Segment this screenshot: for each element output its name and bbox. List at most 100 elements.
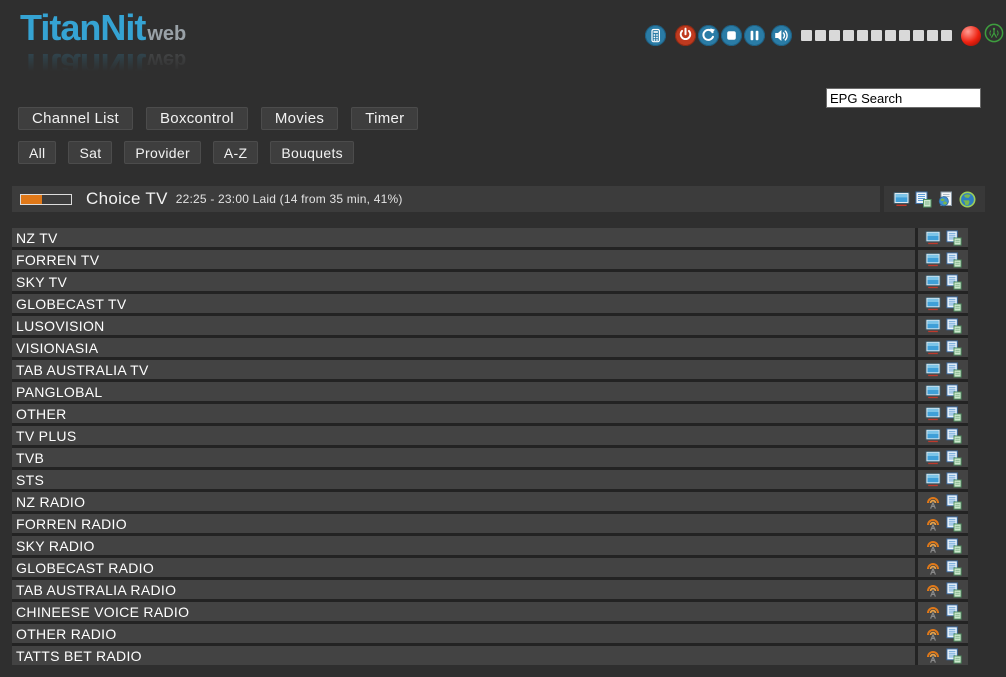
tv-icon[interactable] [925,230,941,246]
volume-square[interactable] [885,30,896,41]
volume-square[interactable] [899,30,910,41]
tv-icon[interactable] [925,406,941,422]
power-icon[interactable] [675,25,696,46]
tv-icon[interactable] [925,296,941,312]
tv-icon[interactable] [925,472,941,488]
channel-name-cell[interactable]: TVB [12,448,915,467]
volume-square[interactable] [843,30,854,41]
epg-list-icon[interactable] [946,648,962,664]
channel-name-cell[interactable]: TAB AUSTRALIA TV [12,360,915,379]
epg-list-icon[interactable] [915,191,932,208]
remote-icon[interactable] [645,25,666,46]
radio-icon[interactable] [925,560,941,576]
channel-name-cell[interactable]: PANGLOBAL [12,382,915,401]
tv-screen-icon[interactable] [893,191,910,208]
volume-square[interactable] [857,30,868,41]
epg-list-icon[interactable] [946,516,962,532]
radio-icon[interactable] [925,538,941,554]
epg-list-icon[interactable] [946,384,962,400]
channel-name-cell[interactable]: SKY TV [12,272,915,291]
tv-icon[interactable] [925,384,941,400]
volume-square[interactable] [913,30,924,41]
channel-name-cell[interactable]: TV PLUS [12,426,915,445]
epg-list-icon[interactable] [946,604,962,620]
record-icon[interactable] [961,26,981,46]
volume-square[interactable] [829,30,840,41]
channel-name-cell[interactable]: GLOBECAST TV [12,294,915,313]
tv-icon[interactable] [925,450,941,466]
nav-movies-button[interactable]: Movies [261,107,338,130]
epg-web-icon[interactable] [937,191,954,208]
channel-name: PANGLOBAL [16,384,102,400]
radio-icon[interactable] [925,582,941,598]
radio-icon[interactable] [925,494,941,510]
tv-icon[interactable] [925,318,941,334]
epg-search-input[interactable] [826,88,981,108]
nav-timer-button[interactable]: Timer [351,107,418,130]
epg-list-icon[interactable] [946,340,962,356]
channel-name-cell[interactable]: TAB AUSTRALIA RADIO [12,580,915,599]
epg-list-icon[interactable] [946,538,962,554]
epg-list-icon[interactable] [946,450,962,466]
epg-list-icon[interactable] [946,560,962,576]
epg-list-icon[interactable] [946,494,962,510]
filter-az-button[interactable]: A-Z [213,141,258,164]
filter-bouquets-button[interactable]: Bouquets [270,141,354,164]
channel-name-cell[interactable]: NZ TV [12,228,915,247]
channel-name-cell[interactable]: OTHER [12,404,915,423]
signal-icon[interactable] [984,23,1004,48]
channel-icon-cell [918,624,968,643]
epg-list-icon[interactable] [946,626,962,642]
radio-icon[interactable] [925,516,941,532]
tv-icon[interactable] [925,362,941,378]
tv-icon[interactable] [925,252,941,268]
pause-icon[interactable] [744,25,765,46]
channel-name-cell[interactable]: STS [12,470,915,489]
epg-list-icon[interactable] [946,318,962,334]
channel-name-cell[interactable]: LUSOVISION [12,316,915,335]
channel-name-cell[interactable]: SKY RADIO [12,536,915,555]
radio-icon[interactable] [925,626,941,642]
nav-channel-list-button[interactable]: Channel List [18,107,133,130]
channel-icon-cell [918,382,968,401]
volume-square[interactable] [815,30,826,41]
epg-list-icon[interactable] [946,230,962,246]
radio-icon[interactable] [925,604,941,620]
epg-list-icon[interactable] [946,252,962,268]
channel-name-cell[interactable]: TATTS BET RADIO [12,646,915,665]
channel-name-cell[interactable]: FORREN TV [12,250,915,269]
stop-icon[interactable] [721,25,742,46]
radio-icon[interactable] [925,648,941,664]
channel-name-cell[interactable]: OTHER RADIO [12,624,915,643]
current-channel-name: Choice TV [86,189,168,209]
refresh-icon[interactable] [698,25,719,46]
channel-name-cell[interactable]: VISIONASIA [12,338,915,357]
epg-list-icon[interactable] [946,296,962,312]
filter-provider-button[interactable]: Provider [124,141,201,164]
channel-icon-cell [918,448,968,467]
tv-icon[interactable] [925,274,941,290]
channel-name-cell[interactable]: GLOBECAST RADIO [12,558,915,577]
tv-icon[interactable] [925,428,941,444]
channel-name-cell[interactable]: CHINEESE VOICE RADIO [12,602,915,621]
epg-list-icon[interactable] [946,472,962,488]
volume-square[interactable] [801,30,812,41]
web-globe-icon[interactable] [959,191,976,208]
channel-name-cell[interactable]: FORREN RADIO [12,514,915,533]
volume-square[interactable] [941,30,952,41]
filter-all-button[interactable]: All [18,141,56,164]
volume-square[interactable] [871,30,882,41]
epg-list-icon[interactable] [946,362,962,378]
now-playing-actions [884,186,985,212]
volume-square[interactable] [927,30,938,41]
epg-list-icon[interactable] [946,428,962,444]
epg-list-icon[interactable] [946,582,962,598]
nav-boxcontrol-button[interactable]: Boxcontrol [146,107,248,130]
channel-name: GLOBECAST TV [16,296,126,312]
filter-sat-button[interactable]: Sat [68,141,112,164]
epg-list-icon[interactable] [946,274,962,290]
tv-icon[interactable] [925,340,941,356]
speaker-icon[interactable] [771,25,792,46]
epg-list-icon[interactable] [946,406,962,422]
channel-name-cell[interactable]: NZ RADIO [12,492,915,511]
